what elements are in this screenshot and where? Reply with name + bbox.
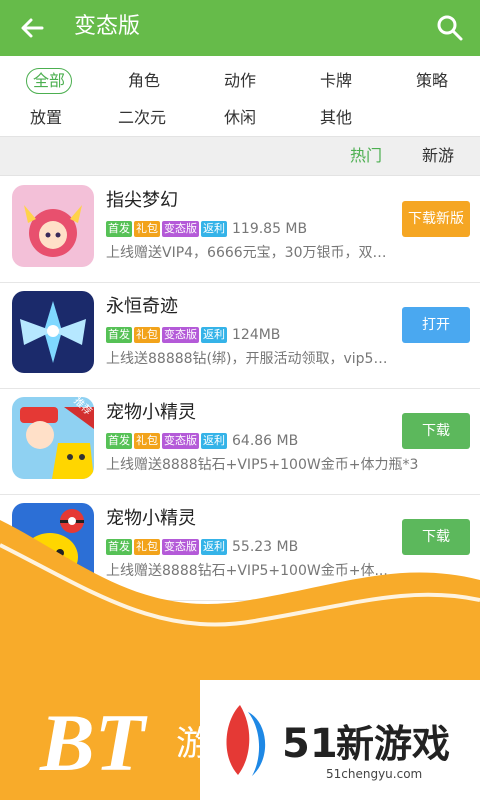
tag-rebate: 返利 [201, 221, 227, 237]
tag-bt-version: 变态版 [162, 221, 199, 237]
bt-watermark-text: BT [39, 697, 148, 788]
tag-first-release: 首发 [106, 221, 132, 237]
tag-row: 首发 礼包 变态版 返利 64.86 MB [106, 432, 298, 450]
brand-name: 新游戏 [336, 722, 450, 766]
tag-bt-version: 变态版 [162, 539, 199, 555]
file-size: 64.86 MB [232, 433, 299, 449]
tag-bt-version: 变态版 [162, 327, 199, 343]
category-role[interactable]: 角色 [128, 70, 160, 96]
tag-gift: 礼包 [134, 539, 160, 555]
game-icon [12, 503, 94, 585]
game-icon [12, 185, 94, 267]
category-other[interactable]: 其他 [320, 107, 352, 133]
game-description: 上线赠送8888钻石+VIP5+100W金币+体... [106, 563, 388, 579]
tag-first-release: 首发 [106, 327, 132, 343]
download-button[interactable]: 下载 [402, 413, 470, 449]
sort-bar: 热门 新游 [0, 136, 480, 176]
search-icon[interactable] [434, 12, 466, 44]
tag-gift: 礼包 [134, 327, 160, 343]
sort-hot-tab[interactable]: 热门 [350, 146, 382, 166]
tag-bt-version: 变态版 [162, 433, 199, 449]
page-title: 变态版 [74, 14, 141, 39]
category-strategy[interactable]: 策略 [416, 70, 448, 96]
back-arrow-icon[interactable] [16, 12, 48, 44]
tag-first-release: 首发 [106, 539, 132, 555]
tag-rebate: 返利 [201, 433, 227, 449]
brand-logo-icon [226, 705, 266, 776]
tag-gift: 礼包 [134, 433, 160, 449]
category-anime[interactable]: 二次元 [118, 107, 166, 133]
category-casual[interactable]: 休闲 [224, 107, 256, 133]
list-item[interactable]: 宠物小精灵 首发 礼包 变态版 返利 55.23 MB 上线赠送8888钻石+V… [0, 495, 480, 601]
game-description: 上线赠送VIP4，6666元宝，30万银币，双倍经验... [106, 245, 396, 261]
brand-url: 51chengyu.com [326, 767, 422, 781]
game-description: 上线赠送8888钻石+VIP5+100W金币+体力瓶*3 [106, 457, 419, 473]
game-icon [12, 291, 94, 373]
tag-first-release: 首发 [106, 433, 132, 449]
game-name: 宠物小精灵 [106, 402, 196, 423]
category-idle[interactable]: 放置 [30, 107, 62, 133]
file-size: 119.85 MB [232, 221, 308, 237]
file-size: 124MB [232, 327, 281, 343]
game-name: 指尖梦幻 [106, 190, 178, 211]
brand-number: 51 [282, 721, 338, 767]
game-description: 上线送88888钻(绑)，开服活动领取，vip5卡(体验... [106, 351, 396, 367]
list-item[interactable]: 推荐 宠物小精灵 首发 礼包 变态版 返利 64.86 MB 上线赠送8888钻… [0, 389, 480, 495]
tag-row: 首发 礼包 变态版 返利 124MB [106, 326, 280, 344]
download-new-button[interactable]: 下载新版 [402, 201, 470, 237]
tag-row: 首发 礼包 变态版 返利 119.85 MB [106, 220, 307, 238]
game-name: 永恒奇迹 [106, 296, 178, 317]
game-name: 宠物小精灵 [106, 508, 196, 529]
file-size: 55.23 MB [232, 539, 299, 555]
tag-rebate: 返利 [201, 539, 227, 555]
tag-rebate: 返利 [201, 327, 227, 343]
bt-suffix-text: 游 [176, 724, 210, 764]
download-button[interactable]: 下载 [402, 519, 470, 555]
category-action[interactable]: 动作 [224, 70, 256, 96]
list-item[interactable]: 永恒奇迹 首发 礼包 变态版 返利 124MB 上线送88888钻(绑)，开服活… [0, 283, 480, 389]
open-button[interactable]: 打开 [402, 307, 470, 343]
tag-row: 首发 礼包 变态版 返利 55.23 MB [106, 538, 298, 556]
top-app-bar: 变态版 [0, 0, 480, 56]
tag-gift: 礼包 [134, 221, 160, 237]
category-all[interactable]: 全部 [26, 68, 73, 94]
category-card[interactable]: 卡牌 [320, 70, 352, 96]
list-item[interactable]: 指尖梦幻 首发 礼包 变态版 返利 119.85 MB 上线赠送VIP4，666… [0, 177, 480, 283]
category-filter: 全部 角色 动作 卡牌 策略 放置 二次元 休闲 其他 [0, 56, 480, 136]
sort-new-tab[interactable]: 新游 [422, 146, 454, 166]
game-icon: 推荐 [12, 397, 94, 479]
